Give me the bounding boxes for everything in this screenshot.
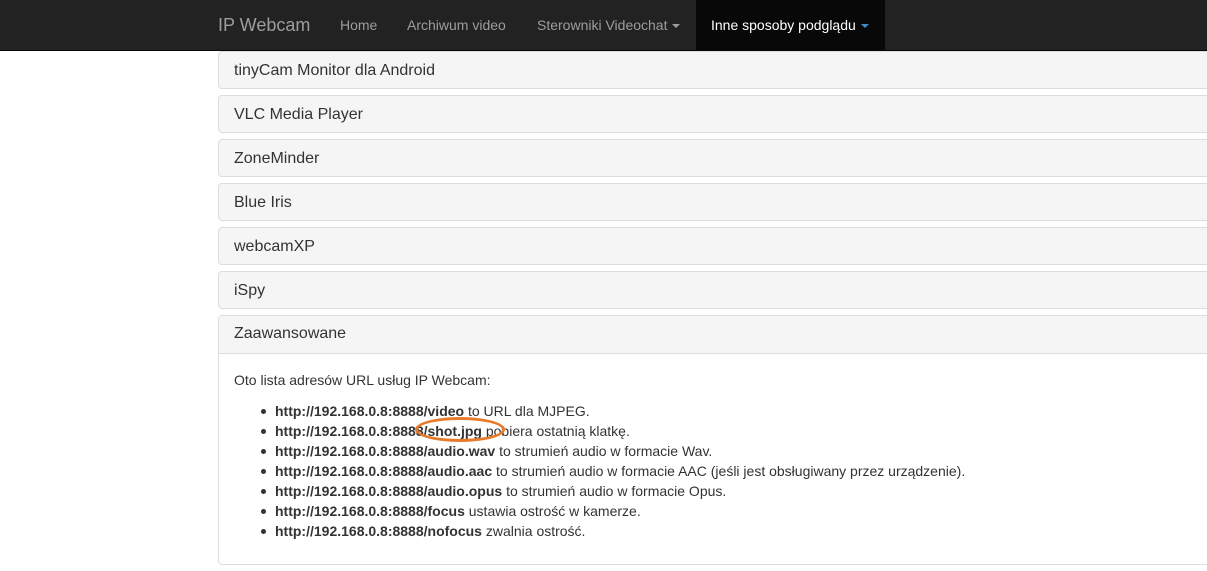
url-description: to strumień audio w formacie Wav. bbox=[495, 443, 713, 459]
panel-title: webcamXP bbox=[234, 238, 315, 255]
caret-down-icon bbox=[672, 24, 681, 29]
url-text: http://192.168.0.8:8888/focus bbox=[275, 503, 465, 519]
url-text: http://192.168.0.8:8888/nofocus bbox=[275, 523, 482, 539]
url-description: to strumień audio w formacie Opus. bbox=[502, 483, 727, 499]
nav-other-viewing-label: Inne sposoby podglądu bbox=[711, 17, 856, 33]
nav-videochat-drivers-dropdown[interactable]: Sterowniki Videochat bbox=[522, 0, 695, 51]
panel-vlc[interactable]: VLC Media Player bbox=[218, 95, 1207, 133]
bullet-icon bbox=[261, 489, 266, 494]
nav-video-archive[interactable]: Archiwum video bbox=[393, 0, 520, 51]
nav-home-label: Home bbox=[340, 17, 378, 33]
nav-videochat-drivers-label: Sterowniki Videochat bbox=[537, 17, 668, 33]
list-item: http://192.168.0.8:8888/video to URL dla… bbox=[261, 401, 965, 421]
url-description: zwalnia ostrość. bbox=[481, 523, 586, 539]
url-description: to URL dla MJPEG. bbox=[464, 403, 590, 419]
url-list: http://192.168.0.8:8888/video to URL dla… bbox=[261, 401, 966, 541]
list-item: http://192.168.0.8:8888/audio.wav to str… bbox=[261, 441, 965, 461]
url-text: http://192.168.0.8:8888/audio.opus bbox=[275, 483, 503, 499]
list-item: http://192.168.0.8:8888/shot.jpg pobiera… bbox=[261, 421, 965, 441]
url-text: http://192.168.0.8:8888/shot.jpg bbox=[275, 423, 482, 439]
panel-tinycam[interactable]: tinyCam Monitor dla Android bbox=[218, 51, 1207, 89]
list-item: http://192.168.0.8:8888/focus ustawia os… bbox=[261, 501, 965, 521]
panel-title: iSpy bbox=[234, 282, 266, 299]
panel-title: Blue Iris bbox=[234, 194, 292, 211]
bullet-icon bbox=[261, 529, 266, 534]
url-description: ustawia ostrość w kamerze. bbox=[464, 503, 641, 519]
nav-home[interactable]: Home bbox=[326, 0, 391, 51]
url-text: http://192.168.0.8:8888/audio.wav bbox=[275, 443, 496, 459]
url-text: http://192.168.0.8:8888/audio.aac bbox=[275, 463, 493, 479]
list-item: http://192.168.0.8:8888/audio.opus to st… bbox=[261, 481, 965, 501]
panel-title: Zaawansowane bbox=[234, 325, 347, 342]
bullet-icon bbox=[261, 509, 266, 514]
bullet-icon bbox=[261, 409, 266, 414]
caret-down-icon bbox=[860, 24, 869, 29]
panel-title: VLC Media Player bbox=[234, 106, 363, 123]
panel-ispy[interactable]: iSpy bbox=[218, 271, 1207, 309]
advanced-intro-text: Oto lista adresów URL usług IP Webcam: bbox=[234, 372, 491, 388]
nav-other-viewing-dropdown[interactable]: Inne sposoby podglądu bbox=[696, 0, 885, 51]
panel-advanced-header[interactable]: Zaawansowane bbox=[219, 316, 1207, 354]
url-description: pobiera ostatnią klatkę. bbox=[481, 423, 630, 439]
panel-blue-iris[interactable]: Blue Iris bbox=[218, 183, 1207, 221]
brand-logo[interactable]: IP Webcam bbox=[218, 0, 310, 51]
panel-zoneminder[interactable]: ZoneMinder bbox=[218, 139, 1207, 177]
url-text: http://192.168.0.8:8888/video bbox=[275, 403, 465, 419]
url-description: to strumień audio w formacie AAC (jeśli … bbox=[492, 463, 966, 479]
top-navbar: IP Webcam Home Archiwum video Sterowniki… bbox=[0, 0, 1207, 51]
bullet-icon bbox=[261, 469, 266, 474]
bullet-icon bbox=[261, 449, 266, 454]
bullet-icon bbox=[261, 429, 266, 434]
panel-title: tinyCam Monitor dla Android bbox=[234, 62, 435, 79]
nav-video-archive-label: Archiwum video bbox=[407, 17, 506, 33]
panel-advanced: Zaawansowane Oto lista adresów URL usług… bbox=[218, 315, 1207, 565]
panel-webcamxp[interactable]: webcamXP bbox=[218, 227, 1207, 265]
panel-title: ZoneMinder bbox=[234, 150, 320, 167]
list-item: http://192.168.0.8:8888/audio.aac to str… bbox=[261, 461, 966, 481]
list-item: http://192.168.0.8:8888/nofocus zwalnia … bbox=[261, 521, 965, 541]
